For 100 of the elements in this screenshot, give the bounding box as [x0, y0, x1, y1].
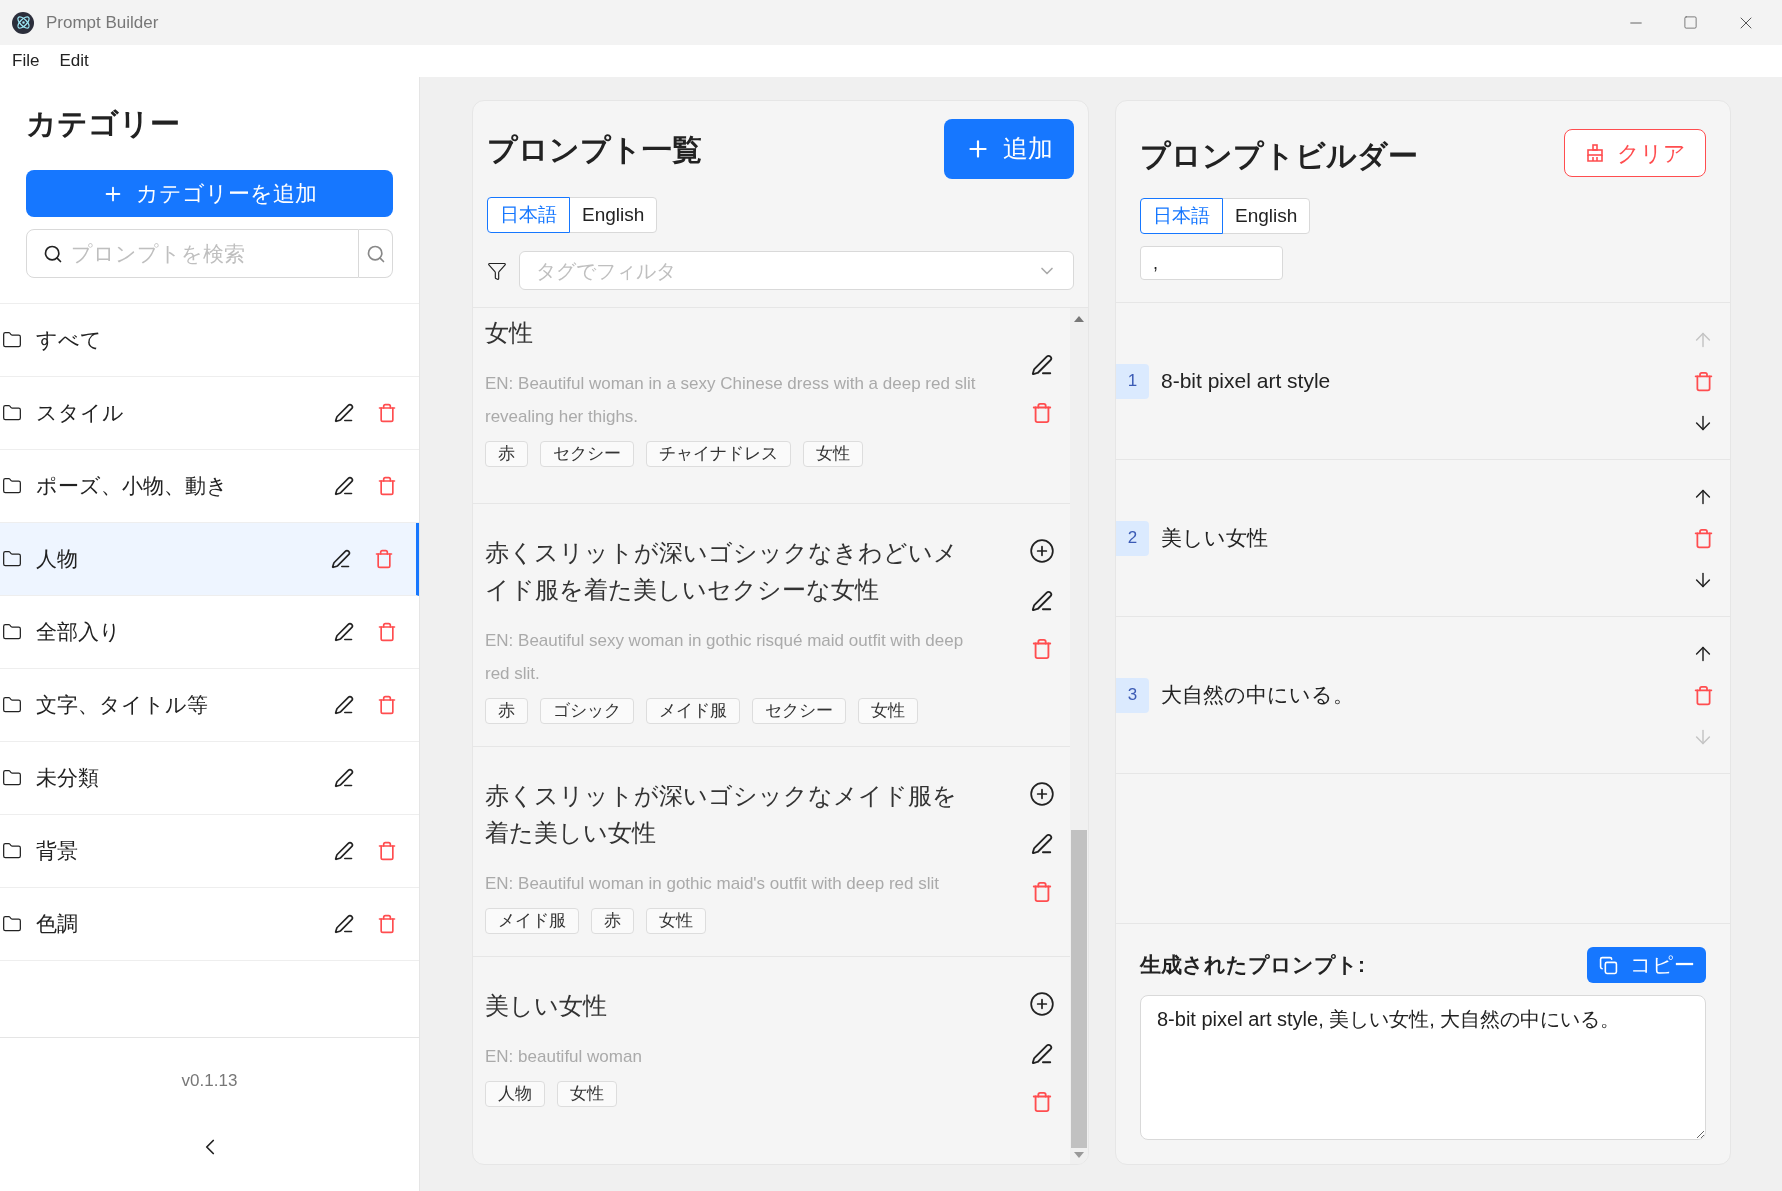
tag: 赤: [485, 441, 528, 467]
edit-icon[interactable]: [334, 476, 354, 496]
edit-icon[interactable]: [334, 841, 354, 861]
search-button[interactable]: [359, 229, 393, 278]
order-number: 2: [1116, 520, 1149, 556]
edit-icon[interactable]: [334, 622, 354, 642]
category-item[interactable]: 全部入り: [0, 596, 419, 669]
tag: 赤: [591, 908, 634, 934]
folder-icon: [2, 622, 22, 642]
category-name: ポーズ、小物、動き: [36, 473, 229, 500]
edit-icon[interactable]: [1031, 354, 1053, 376]
builder-item-text: 大自然の中にいる。: [1161, 682, 1355, 709]
menu-item[interactable]: Edit: [59, 48, 89, 74]
tag: セクシー: [540, 441, 634, 467]
category-name: 人物: [36, 546, 79, 573]
language-tab[interactable]: English: [569, 197, 658, 233]
tag: 女性: [803, 441, 863, 467]
prompt-translation: EN: Beautiful woman in a sexy Chinese dress with a deep red slit revealing her thighs.: [485, 373, 977, 428]
delete-icon[interactable]: [374, 549, 394, 569]
language-tab[interactable]: 日本語: [1140, 198, 1223, 234]
tag: セクシー: [752, 698, 846, 724]
search-field[interactable]: プロンプトを検索: [26, 229, 359, 278]
add-button[interactable]: 追加: [944, 119, 1074, 179]
add-circle-icon[interactable]: [1029, 781, 1055, 807]
add-circle-icon[interactable]: [1029, 991, 1055, 1017]
delete-icon[interactable]: [377, 695, 397, 715]
edit-icon[interactable]: [1031, 1043, 1053, 1065]
category-item[interactable]: スタイル: [0, 377, 419, 450]
category-name: スタイル: [36, 400, 125, 427]
tag: 女性: [646, 908, 706, 934]
folder-icon: [2, 476, 22, 496]
menu-item[interactable]: File: [12, 48, 40, 74]
category-item[interactable]: 文字、タイトル等: [0, 669, 419, 742]
tag: メイド服: [646, 698, 740, 724]
add-circle-icon[interactable]: [1029, 538, 1055, 564]
category-name: 色調: [36, 911, 79, 938]
tag: ゴシック: [540, 698, 634, 724]
copy-button[interactable]: コピー: [1587, 947, 1706, 983]
separator-field[interactable]: ,: [1140, 246, 1283, 280]
delete-icon[interactable]: [1031, 1091, 1053, 1113]
edit-icon[interactable]: [1031, 833, 1053, 855]
scrollbar[interactable]: [1070, 308, 1088, 1164]
category-name: 全部入り: [36, 619, 122, 646]
category-item[interactable]: 人物: [0, 523, 419, 596]
order-number: 1: [1116, 363, 1149, 399]
delete-icon[interactable]: [377, 622, 397, 642]
folder-icon: [2, 768, 22, 788]
edit-icon[interactable]: [334, 768, 354, 788]
category-item[interactable]: 背景: [0, 815, 419, 888]
broom-icon: [1584, 143, 1605, 163]
delete-icon[interactable]: [377, 841, 397, 861]
tag: 女性: [557, 1081, 617, 1107]
edit-icon[interactable]: [334, 403, 354, 423]
language-tab[interactable]: 日本語: [487, 197, 570, 233]
folder-icon: [2, 403, 22, 423]
delete-icon[interactable]: [377, 403, 397, 423]
add-category-button[interactable]: カテゴリーを追加: [26, 170, 393, 217]
search-icon: [365, 243, 386, 264]
window-title: Prompt Builder: [46, 11, 159, 34]
edit-icon[interactable]: [331, 549, 351, 569]
tag: メイド服: [485, 908, 579, 934]
category-item[interactable]: 色調: [0, 888, 419, 961]
edit-icon[interactable]: [334, 695, 354, 715]
category-item[interactable]: すべて: [0, 304, 419, 377]
app-logo-icon: [12, 11, 34, 34]
search-input[interactable]: プロンプトを検索: [71, 237, 342, 270]
delete-icon[interactable]: [1692, 527, 1714, 549]
panel-title: プロンプト一覧: [487, 131, 702, 168]
category-name: 文字、タイトル等: [36, 692, 209, 719]
folder-icon: [2, 841, 22, 861]
delete-icon[interactable]: [1031, 881, 1053, 903]
folder-icon: [2, 330, 22, 350]
folder-icon: [2, 695, 22, 715]
copy-icon: [1598, 955, 1618, 975]
prompt-translation: EN: Beautiful sexy woman in gothic risqué maid outfit with deep red slit.: [485, 630, 965, 685]
language-tab[interactable]: English: [1222, 198, 1311, 234]
folder-icon: [2, 549, 22, 569]
prompt-translation: EN: Beautiful woman in gothic maid's outfit with deep red slit: [485, 873, 940, 895]
tag: チャイナドレス: [646, 441, 791, 467]
panel-title: プロンプトビルダー: [1140, 138, 1418, 174]
version-label: v0.1.13: [181, 1070, 238, 1092]
builder-item-text: 8-bit pixel art style: [1161, 368, 1332, 395]
edit-icon[interactable]: [334, 914, 354, 934]
delete-icon[interactable]: [1031, 638, 1053, 660]
tag: 人物: [485, 1081, 545, 1107]
prompt-title: 赤くスリットが深いゴシックなメイド服を着た美しい女性: [485, 781, 958, 848]
search-icon: [43, 243, 63, 264]
prompt-translation: EN: beautiful woman: [485, 1046, 643, 1068]
delete-icon[interactable]: [1031, 402, 1053, 424]
tag: 女性: [858, 698, 918, 724]
sidebar-heading: カテゴリー: [26, 106, 181, 142]
delete-icon[interactable]: [1692, 684, 1714, 706]
delete-icon[interactable]: [377, 476, 397, 496]
category-name: 背景: [36, 838, 79, 865]
delete-icon[interactable]: [377, 914, 397, 934]
edit-icon[interactable]: [1031, 590, 1053, 612]
prompt-title: 美しい女性: [485, 991, 608, 1021]
generated-prompt-field[interactable]: 8-bit pixel art style, 美しい女性, 大自然の中にいる。: [1140, 995, 1706, 1140]
delete-icon[interactable]: [1692, 370, 1714, 392]
category-item[interactable]: 未分類: [0, 742, 419, 815]
